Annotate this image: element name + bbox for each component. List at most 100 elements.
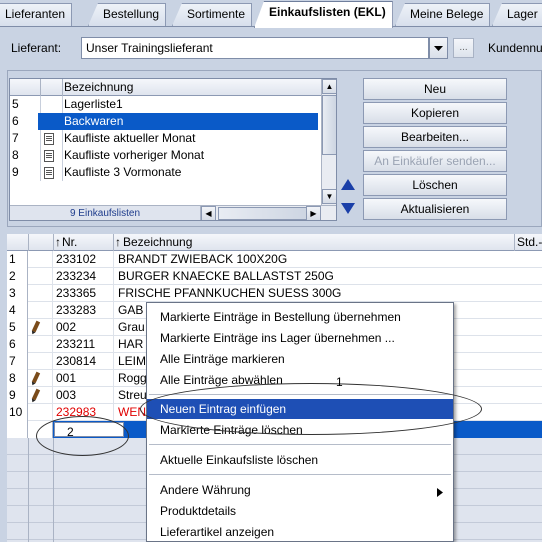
list-row-icon-cell: [38, 147, 63, 164]
pencil-icon: [31, 371, 41, 384]
menu-item-product-details[interactable]: Produktdetails: [147, 501, 453, 521]
refresh-button[interactable]: Aktualisieren: [363, 198, 507, 220]
new-list-button[interactable]: Neu: [363, 78, 507, 100]
list-row-name: Backwaren: [62, 113, 318, 130]
list-row-name: Lagerliste1: [64, 97, 123, 111]
shopping-lists-table: Bezeichnung 5 Lagerliste1 6 Backwaren 7 Kaufl…: [9, 78, 337, 221]
tab-einkaufslisten[interactable]: Einkaufslisten (EKL): [254, 1, 393, 28]
menu-item-show-supplier-articles[interactable]: Lieferartikel anzeigen: [147, 522, 453, 542]
lists-horizontal-scrollbar[interactable]: ◀ ▶: [200, 205, 336, 220]
supplier-dropdown-button[interactable]: [429, 37, 448, 59]
list-row-icon-cell: [38, 164, 63, 181]
tab-lager[interactable]: Lager: [492, 3, 542, 26]
list-row-icon-cell: [38, 130, 63, 147]
move-up-button[interactable]: [339, 176, 357, 194]
menu-item-to-order[interactable]: Markierte Einträge in Bestellung überneh…: [147, 307, 453, 327]
lists-header-bezeichnung[interactable]: Bezeichnung: [64, 80, 133, 94]
list-row[interactable]: 7 Kaufliste aktueller Monat: [10, 130, 321, 147]
hscroll-thumb[interactable]: [218, 207, 308, 220]
list-row-name: Kaufliste aktueller Monat: [64, 131, 196, 145]
items-grid-header: ↑ Nr. ↑ Bezeichnung Std.-: [7, 234, 542, 251]
sort-asc-icon: ↑: [55, 235, 61, 249]
scroll-right-icon[interactable]: ▶: [306, 206, 321, 220]
pencil-icon: [31, 388, 41, 401]
supplier-select[interactable]: Unser Trainingslieferant: [81, 37, 429, 59]
menu-item-select-all[interactable]: Alle Einträge markieren: [147, 349, 453, 369]
chevron-down-icon: [434, 46, 443, 51]
table-row[interactable]: 3 233365 FRISCHE PFANNKUCHEN SUESS 300G: [7, 285, 542, 302]
menu-item-to-stock[interactable]: Markierte Einträge ins Lager übernehmen …: [147, 328, 453, 348]
row-article-number: 002: [56, 320, 77, 334]
list-row-number: 9: [10, 164, 41, 181]
row-description: BRANDT ZWIEBACK 100X20G: [118, 252, 288, 266]
list-row[interactable]: 9 Kaufliste 3 Vormonate: [10, 164, 321, 181]
row-article-number: 233102: [56, 252, 97, 266]
row-number: 8: [7, 370, 28, 387]
tab-bestellung[interactable]: Bestellung: [88, 3, 167, 26]
annotation-label-1: 1: [336, 375, 343, 389]
tab-meine-belege[interactable]: Meine Belege: [395, 3, 491, 26]
row-number: 2: [7, 268, 28, 285]
menu-item-other-currency[interactable]: Andere Währung: [147, 480, 453, 500]
row-status-cell: [28, 404, 53, 421]
lists-vertical-scrollbar[interactable]: ▲ ▼: [321, 79, 336, 205]
pencil-icon: [31, 320, 41, 333]
send-to-buyer-button[interactable]: An Einkäufer senden...: [363, 150, 507, 172]
column-header-nr[interactable]: Nr.: [62, 235, 77, 249]
row-status-cell: [28, 387, 53, 404]
edit-list-button[interactable]: Bearbeiten...: [363, 126, 507, 148]
row-description: Grau: [118, 320, 145, 334]
row-description: HAR: [118, 337, 144, 351]
list-row[interactable]: 6 Backwaren: [10, 113, 321, 130]
scroll-thumb[interactable]: [322, 95, 336, 155]
row-number: 3: [7, 285, 28, 302]
row-number: 9: [7, 387, 28, 404]
table-row[interactable]: 2 233234 BURGER KNAECKE BALLASTST 250G: [7, 268, 542, 285]
row-article-number: 233283: [56, 303, 97, 317]
row-status-cell: [28, 302, 53, 319]
menu-item-delete-list[interactable]: Aktuelle Einkaufsliste löschen: [147, 450, 453, 470]
document-icon: [44, 150, 54, 162]
tab-lieferanten[interactable]: Lieferanten: [0, 3, 73, 26]
scroll-down-icon[interactable]: ▼: [322, 189, 336, 204]
row-status-cell: [28, 370, 53, 387]
menu-separator: [149, 474, 451, 475]
supplier-label: Lieferant:: [11, 41, 62, 55]
row-number: 5: [7, 319, 28, 336]
row-number: 6: [7, 336, 28, 353]
tab-sortimente[interactable]: Sortimente: [172, 3, 253, 26]
list-row-number: 8: [10, 147, 41, 164]
list-row[interactable]: 5 Lagerliste1: [10, 96, 321, 113]
copy-list-button[interactable]: Kopieren: [363, 102, 507, 124]
document-icon: [44, 133, 54, 145]
list-row-number: 7: [10, 130, 41, 147]
row-article-number: 233211: [56, 337, 96, 351]
column-header-bezeichnung[interactable]: Bezeichnung: [123, 235, 192, 249]
list-row-name: Kaufliste vorheriger Monat: [64, 148, 205, 162]
row-status-cell: [28, 268, 53, 285]
lists-header: Bezeichnung: [10, 79, 321, 96]
lists-count-footer: 9 Einkaufslisten: [10, 205, 200, 220]
row-number: 1: [7, 251, 28, 268]
scroll-up-icon[interactable]: ▲: [322, 79, 336, 94]
tab-bar: Lieferanten Bestellung Sortimente Meine …: [0, 0, 542, 28]
delete-list-button[interactable]: Löschen: [363, 174, 507, 196]
annotation-label-2: 2: [67, 425, 74, 439]
table-row[interactable]: 1 233102 BRANDT ZWIEBACK 100X20G: [7, 251, 542, 268]
move-down-button[interactable]: [339, 199, 357, 217]
row-article-number: 001: [56, 371, 77, 385]
scroll-left-icon[interactable]: ◀: [201, 206, 216, 220]
sort-indicator-icon: ↑: [115, 235, 121, 249]
column-header-std[interactable]: Std.-: [517, 235, 542, 249]
list-row[interactable]: 8 Kaufliste vorheriger Monat: [10, 147, 321, 164]
row-description: Rogg: [118, 371, 147, 385]
row-number: 4: [7, 302, 28, 319]
row-status-cell: [28, 319, 53, 336]
annotation-ellipse-2: [36, 416, 129, 456]
supplier-more-button[interactable]: ...: [453, 38, 474, 58]
row-status-cell: [28, 251, 53, 268]
document-icon: [44, 167, 54, 179]
row-number: 7: [7, 353, 28, 370]
row-description: GAB: [118, 303, 144, 317]
row-article-number: 230814: [56, 354, 97, 368]
